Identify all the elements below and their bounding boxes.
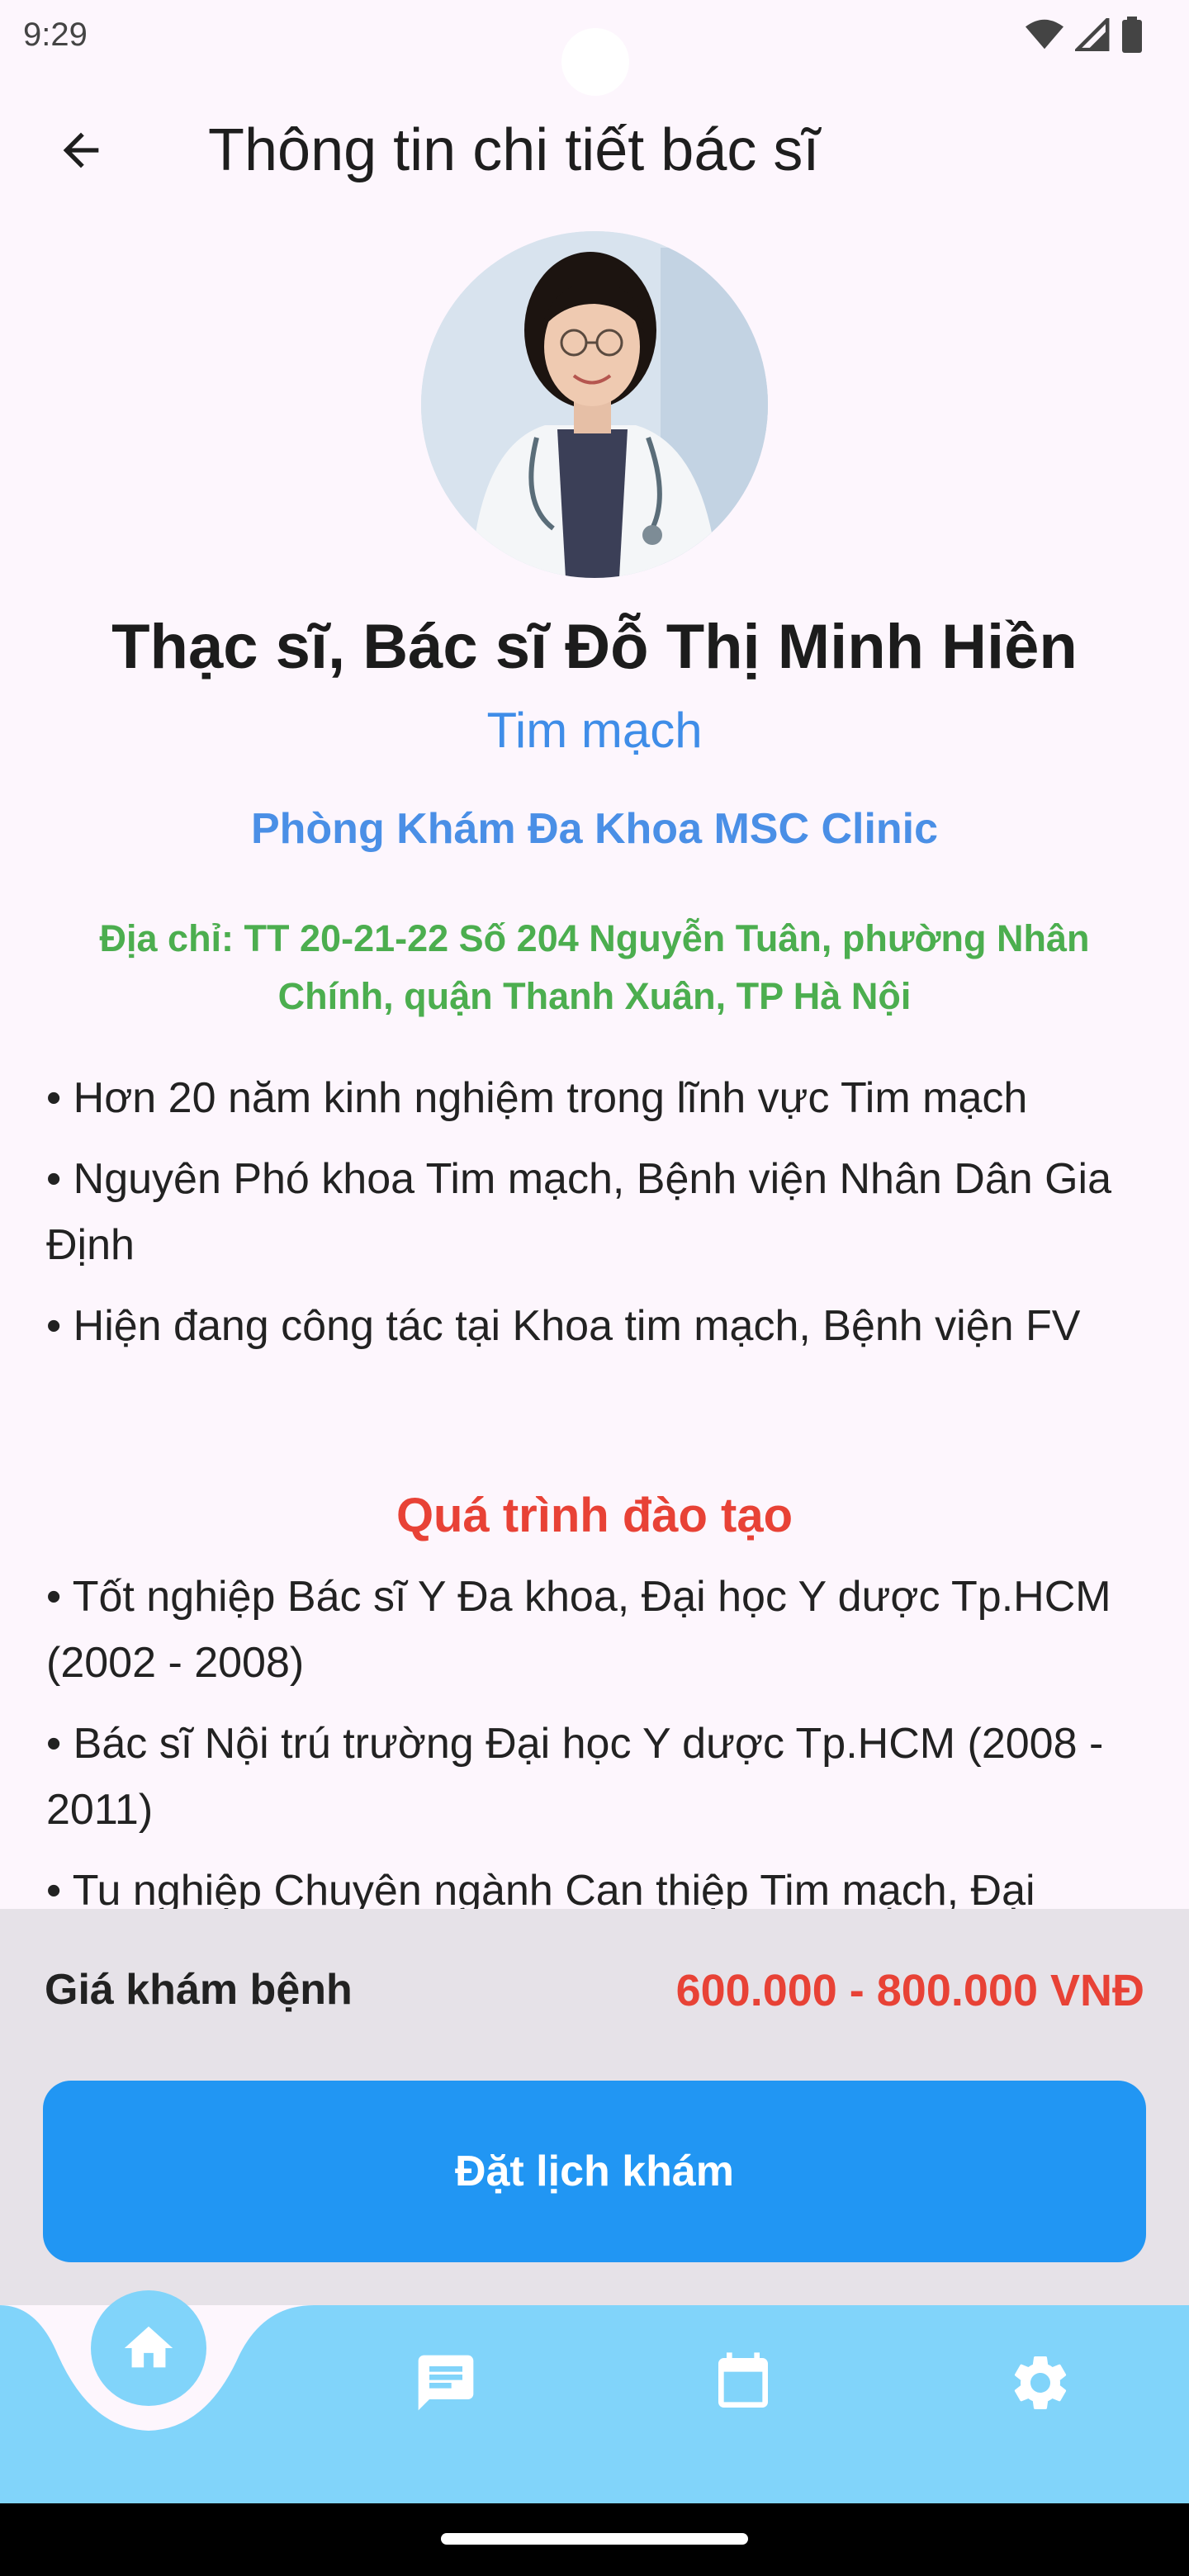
booking-panel: Giá khám bệnh 600.000 - 800.000 VNĐ Đặt …	[0, 1909, 1189, 2305]
back-button[interactable]	[40, 109, 122, 192]
experience-list: • Hơn 20 năm kinh nghiệm trong lĩnh vực …	[46, 1065, 1144, 1374]
camera-cutout	[561, 28, 629, 96]
status-icons	[1026, 17, 1143, 53]
arrow-back-icon	[63, 132, 99, 168]
chat-icon	[418, 2355, 474, 2411]
calendar-icon	[718, 2352, 768, 2408]
list-item: • Hơn 20 năm kinh nghiệm trong lĩnh vực …	[46, 1074, 1028, 1122]
app-bar: Thông tin chi tiết bác sĩ	[0, 92, 1189, 208]
doctor-avatar	[421, 231, 768, 578]
price-value: 600.000 - 800.000 VNĐ	[675, 1966, 1144, 2015]
settings-icon	[1014, 2356, 1067, 2409]
signal-icon	[1075, 18, 1110, 51]
system-gesture-bar	[0, 2503, 1189, 2576]
battery-icon	[1122, 17, 1142, 53]
home-icon	[124, 2326, 173, 2368]
list-item: • Tu nghiệp Chuyên ngành Can thiệp Tim m…	[46, 1867, 1035, 1909]
doctor-name: Thạc sĩ, Bác sĩ Đỗ Thị Minh Hiền	[111, 612, 1078, 682]
training-section-title: Quá trình đào tạo	[396, 1489, 793, 1542]
clinic-address: Địa chỉ: TT 20-21-22 Số 204 Nguyễn Tuân,…	[99, 917, 1090, 1017]
price-label: Giá khám bệnh	[45, 1966, 353, 2014]
gesture-handle[interactable]	[441, 2533, 748, 2545]
nav-home[interactable]	[91, 2290, 206, 2406]
doctor-photo	[421, 231, 768, 578]
nav-chat[interactable]	[405, 2342, 487, 2424]
wifi-icon	[1026, 19, 1063, 50]
training-list: • Tốt nghiệp Bác sĩ Y Đa khoa, Đại học Y…	[46, 1564, 1144, 1909]
clinic-name[interactable]: Phòng Khám Đa Khoa MSC Clinic	[0, 804, 1189, 854]
doctor-specialty: Tim mạch	[486, 703, 703, 758]
list-item: • Hiện đang công tác tại Khoa tim mạch, …	[46, 1302, 1081, 1350]
nav-settings[interactable]	[999, 2342, 1082, 2424]
list-item: • Nguyên Phó khoa Tim mạch, Bệnh viện Nh…	[46, 1155, 1112, 1269]
bottom-navigation	[0, 2290, 1189, 2503]
nav-calendar[interactable]	[702, 2342, 784, 2424]
doctor-detail-content[interactable]: Thạc sĩ, Bác sĩ Đỗ Thị Minh Hiền Tim mạc…	[0, 208, 1189, 1909]
page-title: Thông tin chi tiết bác sĩ	[208, 117, 820, 183]
book-appointment-button[interactable]: Đặt lịch khám	[43, 2081, 1146, 2262]
status-time: 9:29	[23, 16, 88, 53]
list-item: • Bác sĩ Nội trú trường Đại học Y dược T…	[46, 1720, 1104, 1834]
list-item: • Tốt nghiệp Bác sĩ Y Đa khoa, Đại học Y…	[46, 1573, 1111, 1687]
